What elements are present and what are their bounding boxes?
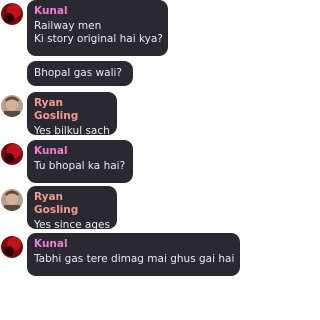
kunal-avatar[interactable]	[1, 143, 23, 165]
message-text-line: Yes since ages	[34, 219, 110, 231]
sender-name[interactable]: Kunal	[34, 145, 125, 158]
message-text-line: Yes bilkul sach	[34, 125, 110, 137]
message-bubble[interactable]: Kunal Tabhi gas tere dimag mai ghus gai …	[27, 233, 240, 276]
kunal-avatar[interactable]	[1, 3, 23, 25]
sender-name[interactable]: Ryan Gosling	[34, 97, 109, 123]
message-bubble[interactable]: Kunal Railway men Ki story original hai …	[27, 0, 168, 56]
message-bubble[interactable]: Ryan Gosling Yes bilkul sach	[27, 92, 117, 137]
kunal-avatar[interactable]	[1, 236, 23, 258]
message-bubble[interactable]: Bhopal gas wali?	[27, 61, 133, 86]
message-bubble[interactable]: Ryan Gosling Yes since ages	[27, 186, 117, 231]
message-text-line: Tabhi gas tere dimag mai ghus gai hai	[34, 253, 235, 265]
message-text-line: Bhopal gas wali?	[34, 67, 122, 79]
message-text-line: Tu bhopal ka hai?	[34, 160, 126, 172]
ryan-avatar[interactable]	[1, 189, 23, 211]
sender-name[interactable]: Kunal	[34, 5, 160, 18]
message-text-line: Ki story original hai kya?	[34, 33, 163, 45]
message-bubble[interactable]: Kunal Tu bhopal ka hai?	[27, 140, 133, 183]
sender-name[interactable]: Kunal	[34, 238, 232, 251]
ryan-avatar[interactable]	[1, 95, 23, 117]
message-text-line: Railway men	[34, 20, 102, 32]
sender-name[interactable]: Ryan Gosling	[34, 191, 109, 217]
